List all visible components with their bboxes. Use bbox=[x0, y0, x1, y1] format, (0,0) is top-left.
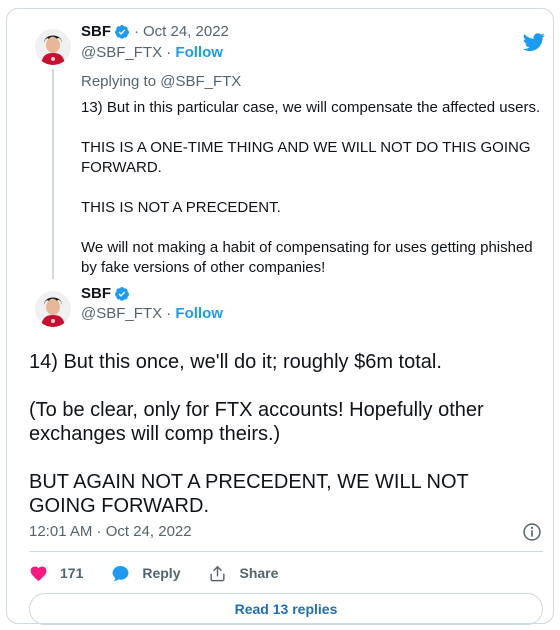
author-handle[interactable]: @SBF_FTX bbox=[81, 44, 162, 61]
tweet-date[interactable]: Oct 24, 2022 bbox=[143, 23, 229, 40]
speech-bubble-icon bbox=[112, 565, 129, 581]
read-replies-button[interactable]: Read 13 replies bbox=[29, 593, 543, 625]
verified-badge-icon bbox=[115, 286, 129, 301]
tweet-paragraph: 13) But in this particular case, we will… bbox=[81, 99, 541, 116]
parent-handle-row: @SBF_FTX · Follow bbox=[81, 44, 223, 61]
action-bar: 171 Reply Share bbox=[29, 562, 306, 584]
reply-button[interactable]: Reply bbox=[111, 564, 180, 583]
follow-button[interactable]: Follow bbox=[175, 305, 223, 322]
author-name[interactable]: SBF bbox=[81, 23, 111, 40]
share-icon bbox=[210, 565, 226, 581]
avatar[interactable] bbox=[35, 291, 71, 327]
share-button[interactable]: Share bbox=[208, 564, 278, 583]
tweet-timestamp[interactable]: 12:01 AM · Oct 24, 2022 bbox=[29, 523, 192, 540]
info-icon[interactable] bbox=[522, 522, 542, 542]
tweet-paragraph: BUT AGAIN NOT A PRECEDENT, WE WILL NOT G… bbox=[29, 471, 469, 517]
like-count: 171 bbox=[60, 565, 84, 581]
tweet-paragraph: 14) But this once, we'll do it; roughly … bbox=[29, 351, 442, 373]
tweet-paragraph: THIS IS NOT A PRECEDENT. bbox=[81, 199, 281, 216]
author-handle[interactable]: @SBF_FTX bbox=[81, 305, 162, 322]
verified-badge-icon bbox=[115, 24, 129, 39]
heart-icon bbox=[30, 566, 47, 581]
avatar-image bbox=[35, 291, 71, 327]
author-name[interactable]: SBF bbox=[81, 285, 111, 302]
tweet-paragraph: We will not making a habit of compensati… bbox=[81, 239, 533, 276]
divider bbox=[29, 551, 543, 552]
avatar[interactable] bbox=[35, 29, 71, 65]
tweet-paragraph: THIS IS A ONE-TIME THING AND WE WILL NOT… bbox=[81, 139, 531, 176]
main-handle-row: @SBF_FTX · Follow bbox=[81, 305, 223, 322]
reply-label: Reply bbox=[142, 565, 181, 581]
main-tweet-header: SBF bbox=[81, 285, 130, 302]
share-label: Share bbox=[239, 565, 279, 581]
parent-tweet-header: SBF · Oct 24, 2022 bbox=[81, 23, 229, 40]
thread-connector-line bbox=[52, 69, 54, 279]
avatar-image bbox=[35, 29, 71, 65]
tweet-paragraph: (To be clear, only for FTX accounts! Hop… bbox=[29, 399, 484, 445]
separator-dot: · bbox=[134, 23, 139, 40]
replying-to-text: Replying to @SBF_FTX bbox=[81, 73, 242, 90]
like-button[interactable]: 171 bbox=[29, 564, 83, 583]
twitter-bird-icon[interactable] bbox=[521, 31, 547, 53]
main-tweet-text: 14) But this once, we'll do it; roughly … bbox=[29, 350, 539, 518]
parent-tweet-text: 13) But in this particular case, we will… bbox=[81, 98, 543, 278]
tweet-embed-card: SBF · Oct 24, 2022 @SBF_FTX · Follow Rep… bbox=[6, 8, 554, 625]
follow-button[interactable]: Follow bbox=[175, 44, 223, 61]
separator-dot: · bbox=[166, 305, 172, 322]
separator-dot: · bbox=[166, 44, 172, 61]
